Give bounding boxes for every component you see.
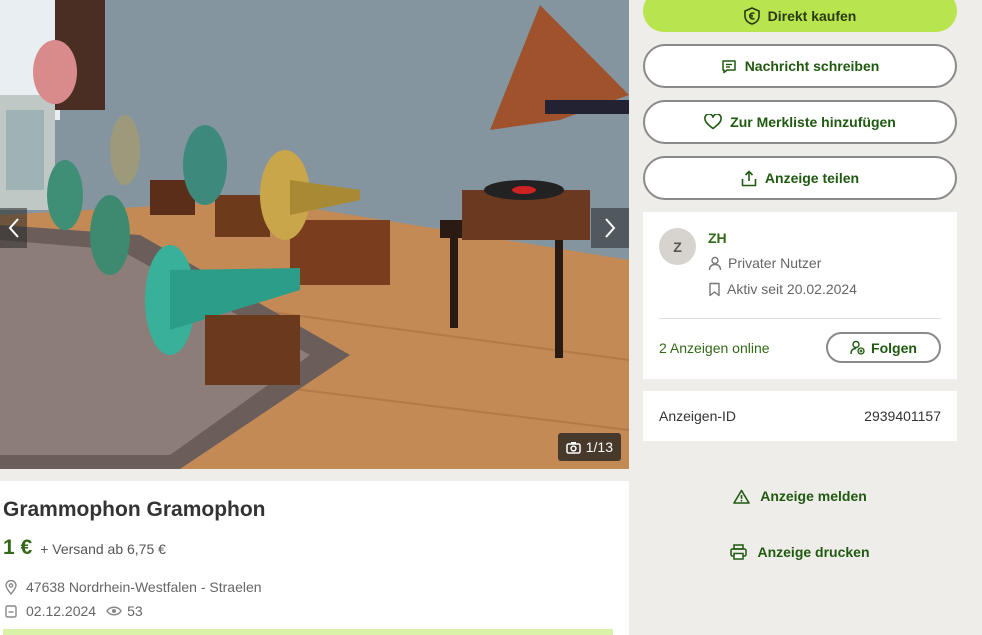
info-banner [3, 629, 613, 635]
seller-type: Privater Nutzer [728, 255, 822, 271]
gallery-next-button[interactable] [591, 208, 629, 248]
ad-id-label: Anzeigen-ID [659, 408, 737, 424]
date-row: 02.12.2024 53 [4, 603, 143, 619]
report-ad-link[interactable]: Anzeige melden [643, 488, 957, 504]
calendar-icon [5, 605, 17, 618]
chevron-left-icon [8, 218, 19, 238]
bookmark-icon [709, 282, 720, 296]
price: 1 € [3, 536, 33, 559]
share-button[interactable]: Anzeige teilen [643, 156, 957, 200]
posted-date: 02.12.2024 [26, 603, 97, 619]
message-label: Nachricht schreiben [744, 58, 880, 74]
shipping-info: + Versand ab 6,75 € [40, 541, 166, 557]
share-icon [741, 170, 757, 186]
location-row: 47638 Nordrhein-Westfalen - Straelen [4, 579, 262, 595]
shield-euro-icon [743, 7, 760, 25]
print-ad-label: Anzeige drucken [757, 544, 870, 560]
user-add-icon [850, 340, 865, 355]
eye-icon [106, 606, 122, 616]
print-ad-link[interactable]: Anzeige drucken [643, 544, 957, 560]
user-icon [708, 256, 722, 270]
message-button[interactable]: Nachricht schreiben [643, 44, 957, 88]
image-counter-text: 1/13 [585, 439, 613, 455]
image-counter: 1/13 [557, 433, 621, 461]
seller-since-row: Aktiv seit 20.02.2024 [708, 281, 857, 297]
seller-ads-link[interactable]: 2 Anzeigen online [659, 340, 770, 356]
ad-id-card: Anzeigen-ID 2939401157 [643, 391, 957, 441]
divider [659, 318, 941, 319]
ad-details: Grammophon Gramophon 1 € + Versand ab 6,… [0, 481, 629, 635]
chat-icon [721, 59, 736, 73]
follow-button[interactable]: Folgen [826, 332, 941, 363]
watchlist-button[interactable]: Zur Merkliste hinzufügen [643, 100, 957, 144]
report-ad-label: Anzeige melden [760, 488, 867, 504]
heart-icon [704, 114, 722, 130]
buy-now-button[interactable]: Direkt kaufen [643, 0, 957, 32]
warning-icon [733, 489, 751, 504]
chevron-right-icon [605, 218, 616, 238]
gallery-prev-button[interactable] [0, 208, 27, 248]
share-label: Anzeige teilen [764, 170, 860, 186]
seller-card: Z ZH Privater Nutzer Aktiv seit 20.02.20… [643, 212, 957, 379]
price-row: 1 € + Versand ab 6,75 € [3, 536, 166, 560]
listing-photo[interactable] [0, 0, 629, 469]
location-text: 47638 Nordrhein-Westfalen - Straelen [26, 579, 262, 595]
seller-type-row: Privater Nutzer [708, 255, 821, 271]
views-text: 53 [127, 603, 143, 619]
camera-icon [566, 441, 581, 454]
ad-title: Grammophon Gramophon [3, 498, 266, 521]
seller-active-since: Aktiv seit 20.02.2024 [727, 281, 857, 297]
image-gallery[interactable]: 1/13 [0, 0, 629, 469]
views-count: 53 [106, 603, 143, 619]
watchlist-label: Zur Merkliste hinzufügen [730, 114, 896, 130]
seller-name[interactable]: ZH [708, 230, 727, 246]
follow-label: Folgen [871, 339, 917, 356]
location-pin-icon [5, 579, 17, 595]
buy-now-label: Direkt kaufen [767, 8, 857, 24]
avatar[interactable]: Z [659, 228, 696, 265]
printer-icon [730, 544, 748, 560]
ad-id-value: 2939401157 [864, 408, 941, 424]
